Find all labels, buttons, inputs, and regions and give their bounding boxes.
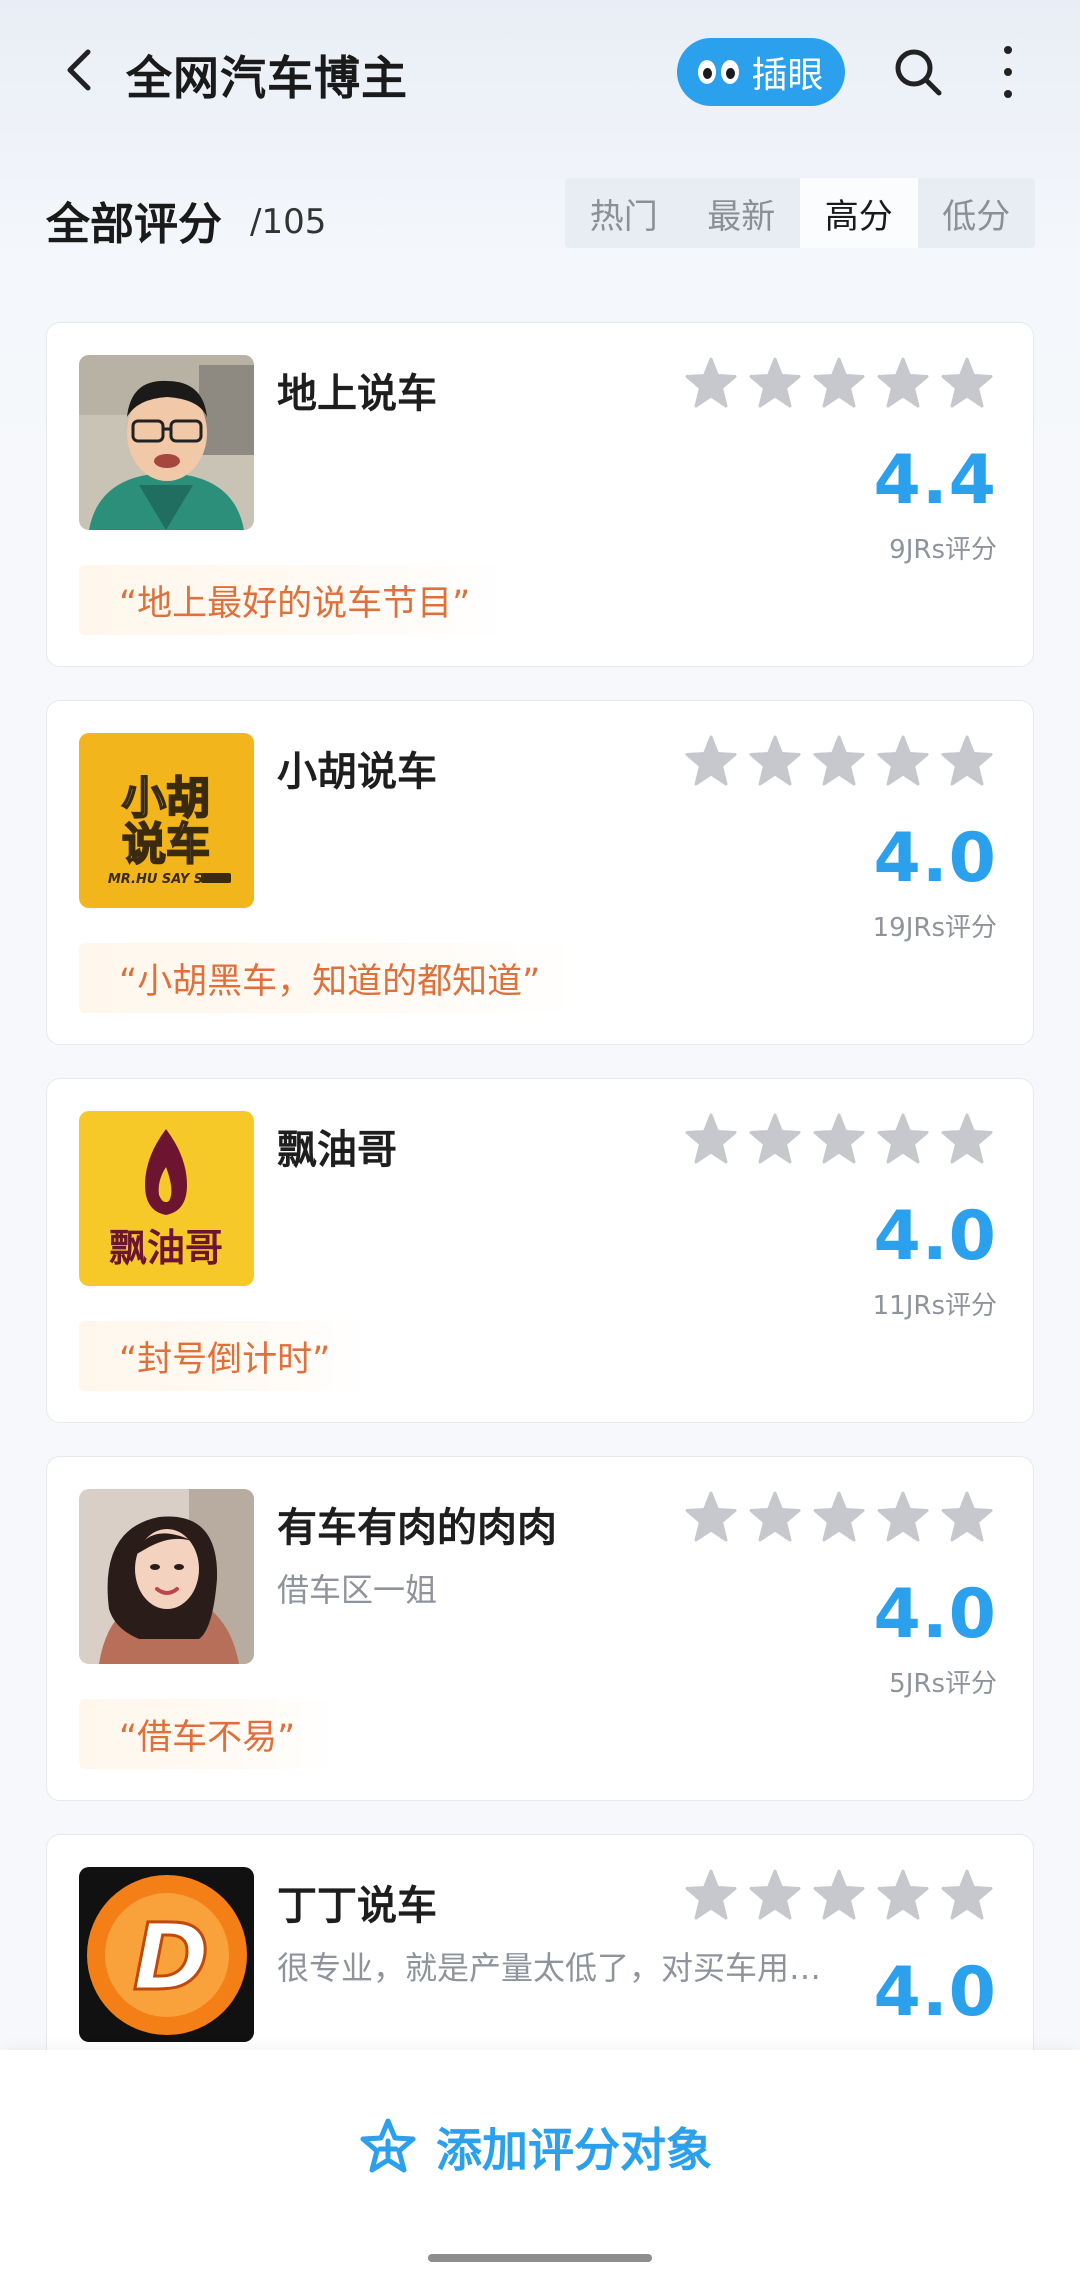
star-rating — [685, 1869, 993, 1921]
tab-latest[interactable]: 最新 — [683, 178, 801, 248]
star-icon — [813, 735, 865, 786]
rating-card[interactable]: 地上说车 4.4 9JRs评分 “地上最好的说车节目” — [46, 322, 1034, 667]
pill-label: 插眼 — [751, 55, 824, 96]
star-icon — [813, 1869, 865, 1920]
star-icon — [749, 357, 801, 408]
total-count: /105 — [250, 202, 327, 242]
star-plus-icon — [360, 2118, 416, 2173]
rating-count: 11JRs评分 — [872, 1291, 997, 1321]
score-value: 4.0 — [873, 819, 997, 898]
portrait-image — [79, 355, 254, 530]
sort-tabs: 热门 最新 高分 低分 — [565, 178, 1035, 248]
score-value: 4.0 — [873, 1197, 997, 1276]
section-title: 全部评分 — [46, 199, 222, 250]
rating-card[interactable]: 小胡 说车 MR.HU SAY SO 小胡说车 4.0 19JRs评分 “小胡黑… — [46, 700, 1034, 1045]
star-icon — [749, 1869, 801, 1920]
bottom-bar: 添加评分对象 — [0, 2050, 1080, 2294]
star-icon — [685, 735, 737, 786]
star-icon — [749, 1491, 801, 1542]
logo-line1: D — [133, 1904, 209, 2011]
star-icon — [813, 1491, 865, 1542]
star-icon — [813, 357, 865, 408]
item-name: 有车有肉的肉肉 — [277, 1505, 557, 1551]
avatar: D — [79, 1867, 254, 2042]
avatar — [79, 1489, 254, 1664]
logo-line1: 飘油哥 — [109, 1226, 223, 1270]
rating-count: 5JRs评分 — [889, 1669, 997, 1699]
portrait-image — [79, 1489, 254, 1664]
add-button-label: 添加评分对象 — [436, 2123, 712, 2177]
tab-hot[interactable]: 热门 — [565, 178, 683, 248]
avatar: 小胡 说车 MR.HU SAY SO — [79, 733, 254, 908]
logo-tagline: MR.HU SAY SO — [108, 872, 214, 887]
search-icon — [895, 49, 942, 96]
star-rating — [685, 357, 993, 409]
top-comment: “地上最好的说车节目” — [79, 565, 511, 635]
star-icon — [749, 735, 801, 786]
star-icon — [877, 735, 929, 786]
item-name: 飘油哥 — [277, 1127, 397, 1173]
bookmark-pill-button[interactable]: 插眼 — [677, 38, 845, 106]
more-dots-icon — [1004, 46, 1012, 54]
rating-count: 19JRs评分 — [872, 913, 997, 943]
item-name: 小胡说车 — [277, 749, 437, 795]
star-icon — [941, 1491, 993, 1542]
star-icon — [685, 357, 737, 408]
top-comment: “借车不易” — [79, 1699, 336, 1769]
item-name: 地上说车 — [277, 371, 437, 417]
star-icon — [685, 1491, 737, 1542]
avatar: 飘油哥 — [79, 1111, 254, 1286]
star-rating — [685, 1491, 993, 1543]
back-button[interactable] — [50, 40, 110, 100]
tab-low-score[interactable]: 低分 — [918, 178, 1036, 248]
chevron-left-icon — [67, 49, 91, 91]
star-icon — [877, 1113, 929, 1164]
score-value: 4.4 — [873, 441, 997, 520]
star-icon — [749, 1113, 801, 1164]
star-rating — [685, 1113, 993, 1165]
star-icon — [685, 1869, 737, 1920]
star-icon — [877, 357, 929, 408]
tab-high-score[interactable]: 高分 — [800, 178, 918, 248]
logo-image: D — [79, 1867, 254, 2042]
page: 全网汽车博主 插眼 全部评分 /105 热门 最新 高分 低分 地上说车 4.4… — [0, 0, 1080, 2294]
search-button[interactable] — [890, 44, 946, 100]
score-value: 4.0 — [873, 1575, 997, 1654]
logo-image: 小胡 说车 MR.HU SAY SO — [79, 733, 254, 908]
add-rating-target-button[interactable]: 添加评分对象 — [358, 2114, 712, 2180]
logo-line1: 小胡 — [122, 773, 210, 824]
item-subtitle: 很专业，就是产量太低了，对买车用… — [277, 1949, 822, 1987]
rating-card[interactable]: 飘油哥 飘油哥 4.0 11JRs评分 “封号倒计时” — [46, 1078, 1034, 1423]
star-icon — [941, 1113, 993, 1164]
star-icon — [941, 357, 993, 408]
logo-image: 飘油哥 — [79, 1111, 254, 1286]
score-value: 4.0 — [873, 1953, 997, 2032]
more-menu-button[interactable] — [990, 42, 1026, 102]
page-title: 全网汽车博主 — [126, 51, 408, 105]
star-icon — [941, 1869, 993, 1920]
star-icon — [877, 1491, 929, 1542]
top-comment: “封号倒计时” — [79, 1321, 371, 1391]
star-rating — [685, 735, 993, 787]
star-icon — [877, 1869, 929, 1920]
star-icon — [941, 735, 993, 786]
rating-count: 9JRs评分 — [889, 535, 997, 565]
eyes-icon — [698, 60, 740, 84]
home-indicator[interactable] — [428, 2254, 652, 2262]
top-bar: 全网汽车博主 插眼 — [0, 0, 1080, 150]
rating-card[interactable]: 有车有肉的肉肉 借车区一姐 4.0 5JRs评分 “借车不易” — [46, 1456, 1034, 1801]
avatar — [79, 355, 254, 530]
item-name: 丁丁说车 — [277, 1883, 437, 1929]
star-icon — [813, 1113, 865, 1164]
logo-line2: 说车 — [122, 819, 210, 870]
star-icon — [685, 1113, 737, 1164]
item-subtitle: 借车区一姐 — [277, 1571, 438, 1609]
top-comment: “小胡黑车，知道的都知道” — [79, 943, 581, 1013]
